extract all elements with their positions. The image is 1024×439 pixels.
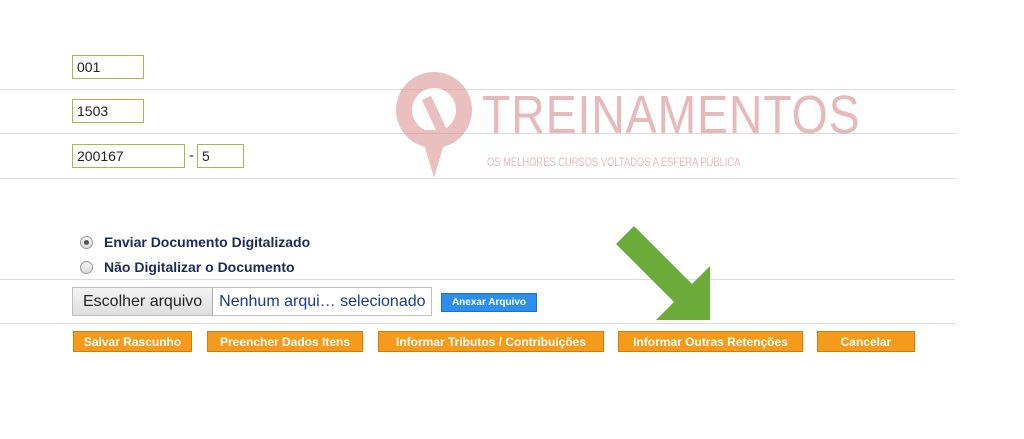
row-divider bbox=[0, 323, 955, 324]
code-field-1[interactable] bbox=[72, 55, 144, 79]
code-field-2[interactable] bbox=[72, 99, 144, 123]
save-draft-button[interactable]: Salvar Rascunho bbox=[73, 331, 192, 352]
file-status-text: Nenhum arqui… selecionado bbox=[219, 292, 426, 310]
inform-taxes-button[interactable]: Informar Tributos / Contribuições bbox=[378, 331, 604, 352]
radio-label-nodigit: Não Digitalizar o Documento bbox=[104, 259, 295, 275]
file-input[interactable]: Escolher arquivo Nenhum arqui… seleciona… bbox=[72, 287, 432, 316]
arrow-annotation bbox=[612, 222, 722, 337]
attach-file-button[interactable]: Anexar Arquivo bbox=[441, 293, 537, 312]
watermark-logo: TREINAMENTOS OS MELHORES CURSOS VOLTADOS… bbox=[390, 68, 860, 188]
row-divider bbox=[0, 89, 955, 90]
radio-label-send: Enviar Documento Digitalizado bbox=[104, 234, 311, 250]
row-divider bbox=[0, 133, 955, 134]
radio-button-checked[interactable] bbox=[80, 235, 93, 249]
watermark-mark-icon bbox=[396, 72, 472, 178]
radio-send-digitized[interactable]: Enviar Documento Digitalizado bbox=[80, 234, 310, 250]
radio-button-unchecked[interactable] bbox=[80, 260, 93, 274]
arrow-down-right-icon bbox=[616, 226, 710, 320]
separator-dash: - bbox=[189, 147, 194, 164]
choose-file-button[interactable]: Escolher arquivo bbox=[73, 288, 214, 315]
row-divider bbox=[0, 178, 955, 179]
cancel-button[interactable]: Cancelar bbox=[817, 331, 915, 352]
watermark-brand: TREINAMENTOS bbox=[482, 85, 861, 145]
row-divider bbox=[0, 279, 955, 280]
account-number-field[interactable] bbox=[72, 144, 185, 168]
check-digit-field[interactable] bbox=[197, 144, 244, 168]
watermark-tagline: OS MELHORES CURSOS VOLTADOS A ESFERA PÚB… bbox=[487, 155, 741, 169]
fill-items-button[interactable]: Preencher Dados Itens bbox=[207, 331, 363, 352]
radio-no-digitize[interactable]: Não Digitalizar o Documento bbox=[80, 259, 295, 275]
